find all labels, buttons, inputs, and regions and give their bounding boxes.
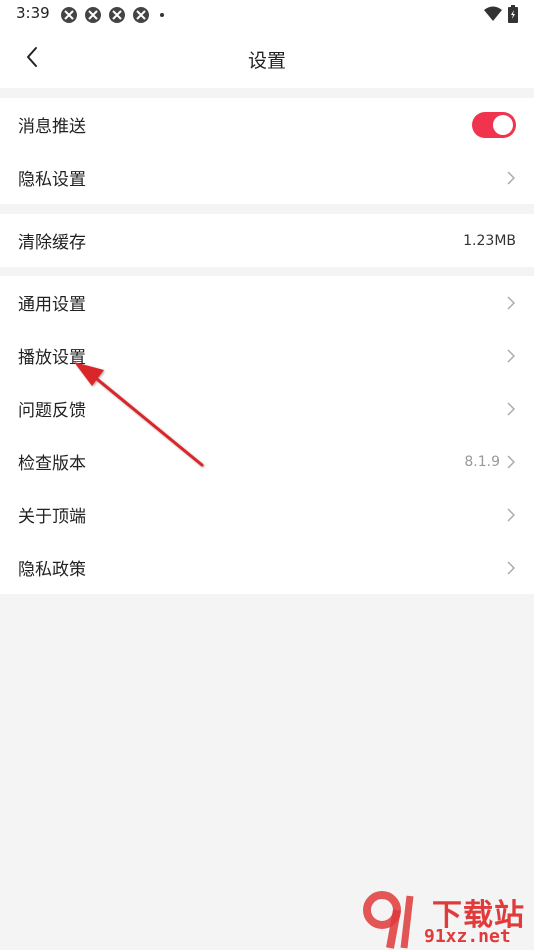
app-notification-icon	[60, 6, 78, 24]
more-notifications-dot	[160, 13, 164, 17]
settings-group-general: 通用设置 播放设置 问题反馈 检查版本 8.1.9 关于顶端 隐私政策	[0, 276, 534, 594]
settings-row-check-version[interactable]: 检查版本 8.1.9	[0, 435, 534, 488]
wifi-icon	[484, 6, 502, 26]
message-push-toggle[interactable]	[472, 111, 516, 138]
settings-row-about[interactable]: 关于顶端	[0, 488, 534, 541]
settings-row-feedback[interactable]: 问题反馈	[0, 382, 534, 435]
settings-row-privacy-settings[interactable]: 隐私设置	[0, 151, 534, 204]
watermark-text-bottom: 91xz.net	[424, 926, 511, 947]
row-label: 消息推送	[18, 117, 86, 137]
chevron-right-icon	[506, 507, 516, 522]
watermark-logo-icon	[363, 891, 414, 949]
settings-group-notifications: 消息推送 隐私设置	[0, 98, 534, 204]
status-bar: 3:39	[0, 0, 534, 30]
settings-row-message-push: 消息推送	[0, 98, 534, 151]
row-label: 关于顶端	[18, 507, 86, 527]
battery-icon	[508, 5, 518, 27]
chevron-right-icon	[506, 348, 516, 363]
settings-group-cache: 清除缓存 1.23MB	[0, 214, 534, 267]
app-notification-icon	[84, 6, 102, 24]
row-label: 检查版本	[18, 454, 86, 474]
row-label: 播放设置	[18, 348, 86, 368]
chevron-right-icon	[506, 454, 516, 469]
settings-row-playback-settings[interactable]: 播放设置	[0, 329, 534, 382]
chevron-right-icon	[506, 401, 516, 416]
toggle-knob	[493, 114, 513, 135]
cache-size-value: 1.23MB	[463, 232, 516, 249]
chevron-right-icon	[506, 295, 516, 310]
version-value: 8.1.9	[464, 453, 500, 470]
status-right	[484, 5, 518, 27]
status-time: 3:39	[16, 4, 50, 22]
settings-row-general-settings[interactable]: 通用设置	[0, 276, 534, 329]
app-notification-icon	[132, 6, 150, 24]
page-title: 设置	[247, 50, 286, 72]
row-label: 隐私设置	[18, 170, 86, 190]
row-label: 通用设置	[18, 295, 86, 315]
row-label: 隐私政策	[18, 560, 86, 580]
chevron-right-icon	[506, 170, 516, 185]
status-app-icons	[60, 6, 164, 24]
chevron-right-icon	[506, 560, 516, 575]
row-label: 问题反馈	[18, 401, 86, 421]
header-bar: 设置	[0, 30, 534, 88]
site-watermark: 下载站 91xz.net	[360, 888, 530, 950]
settings-row-clear-cache[interactable]: 清除缓存 1.23MB	[0, 214, 534, 267]
app-notification-icon	[108, 6, 126, 24]
settings-row-privacy-policy[interactable]: 隐私政策	[0, 541, 534, 594]
row-label: 清除缓存	[18, 233, 86, 253]
